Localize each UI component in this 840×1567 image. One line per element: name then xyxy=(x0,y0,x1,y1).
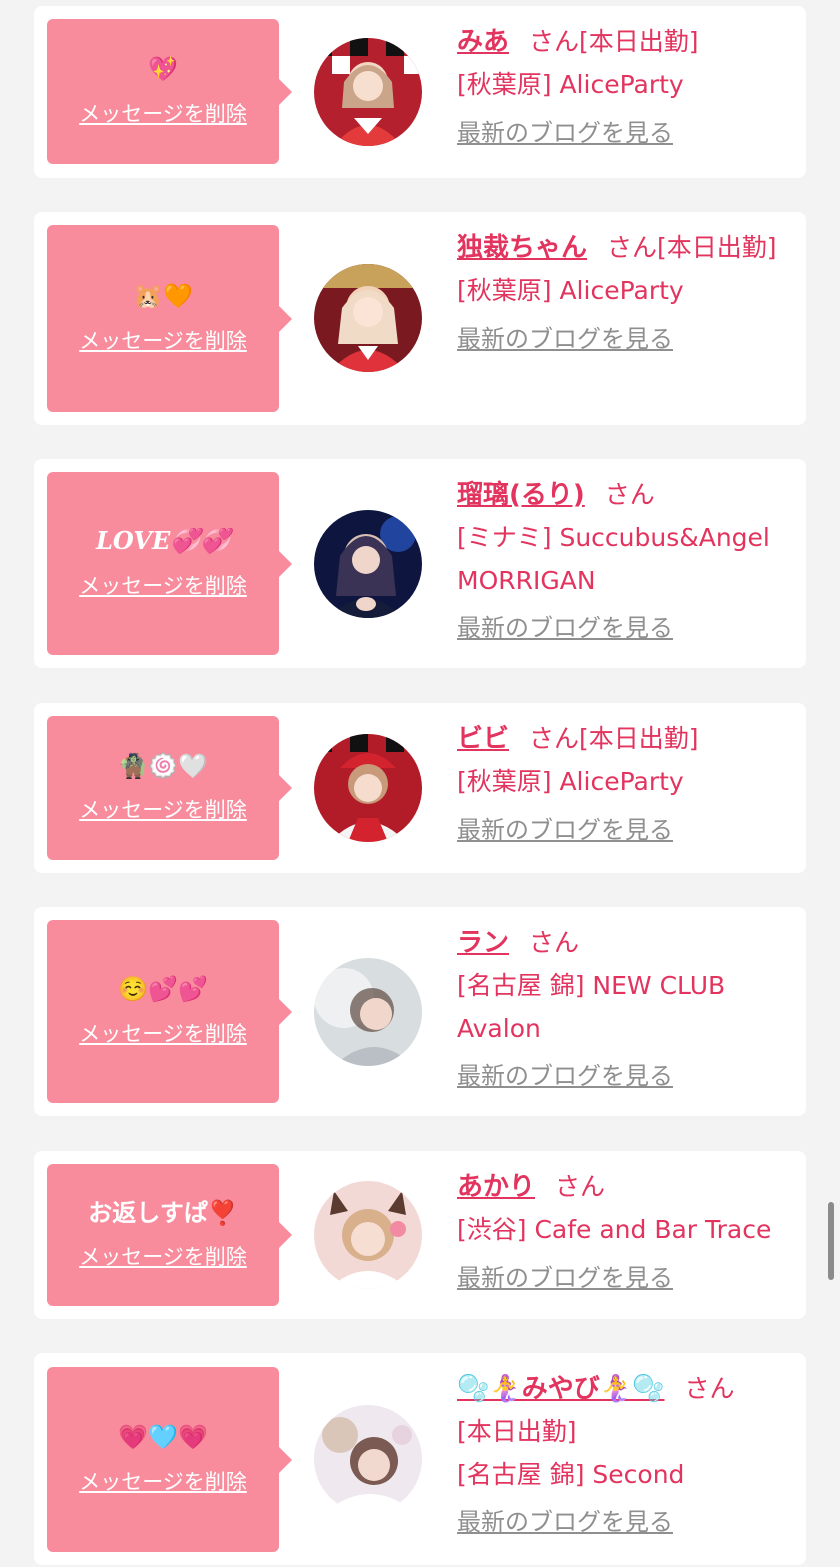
message-text: 💗🩵💗 xyxy=(118,1423,208,1452)
delete-message-link[interactable]: メッセージを削除 xyxy=(79,1466,247,1496)
message-bubble: お返しすぱ❣️ メッセージを削除 xyxy=(47,1164,292,1306)
message-text: ☺️💕💕 xyxy=(118,975,208,1004)
avatar[interactable] xyxy=(314,510,422,618)
list-item: お返しすぱ❣️ メッセージを削除 あかり さん [渋谷] Cafe and Bar… xyxy=(34,1151,806,1319)
message-bubble: 💖 メッセージを削除 xyxy=(47,19,292,164)
girl-name-link[interactable]: 瑠璃(るり) xyxy=(457,480,585,510)
message-text: 🧌🍥🤍 xyxy=(118,751,208,780)
delete-message-link[interactable]: メッセージを削除 xyxy=(79,1241,247,1271)
latest-blog-link[interactable]: 最新のブログを見る xyxy=(457,810,792,851)
avatar[interactable] xyxy=(314,734,422,842)
san-suffix: さん xyxy=(555,1172,606,1201)
delete-message-link[interactable]: メッセージを削除 xyxy=(79,1018,247,1048)
list-item: 💗🩵💗 メッセージを削除 🫧🧜‍♀️みやび🧜‍♀️🫧 さん [本日出勤] [名古屋… xyxy=(34,1353,806,1565)
list-item: ☺️💕💕 メッセージを削除 ラン さん [名古屋 錦] NEW CLUB Aval… xyxy=(34,907,806,1116)
delete-message-link[interactable]: メッセージを削除 xyxy=(79,98,247,128)
latest-blog-link[interactable]: 最新のブログを見る xyxy=(457,319,792,360)
girl-name-link[interactable]: ラン xyxy=(457,928,509,958)
attendance-label: [本日出勤] xyxy=(579,724,699,753)
attendance-label: [本日出勤] xyxy=(579,27,699,56)
san-suffix: さん xyxy=(684,1374,735,1403)
list-item: 🐹🧡 メッセージを削除 独裁ちゃん さん[本日出勤] [秋葉原] AlicePar… xyxy=(34,212,806,425)
san-suffix: さん xyxy=(529,928,580,957)
message-bubble: LOVE💞💞 メッセージを削除 xyxy=(47,472,292,655)
store-label: [秋葉原] AliceParty xyxy=(457,767,684,797)
avatar[interactable] xyxy=(314,1181,422,1289)
girl-info: 独裁ちゃん さん[本日出勤] [秋葉原] AliceParty 最新のブログを見る xyxy=(457,226,792,359)
store-label: [秋葉原] AliceParty xyxy=(457,70,684,100)
message-bubble: ☺️💕💕 メッセージを削除 xyxy=(47,920,292,1103)
message-bubble: 🐹🧡 メッセージを削除 xyxy=(47,225,292,412)
girl-info: ラン さん [名古屋 錦] NEW CLUB Avalon 最新のブログを見る xyxy=(457,921,792,1097)
attendance-label: [本日出勤] xyxy=(657,233,777,262)
girl-name-link[interactable]: あかり xyxy=(457,1172,535,1202)
store-label: [名古屋 錦] Second xyxy=(457,1459,685,1489)
san-suffix: さん xyxy=(529,724,580,753)
avatar[interactable] xyxy=(314,38,422,146)
san-suffix: さん xyxy=(604,480,655,509)
latest-blog-link[interactable]: 最新のブログを見る xyxy=(457,1056,792,1097)
attendance-label: [本日出勤] xyxy=(457,1417,577,1447)
girl-info: ビビ さん[本日出勤] [秋葉原] AliceParty 最新のブログを見る xyxy=(457,717,792,850)
list-item: 🧌🍥🤍 メッセージを削除 ビビ さん[本日出勤] [秋葉原] AliceParty… xyxy=(34,703,806,873)
avatar[interactable] xyxy=(314,264,422,372)
store-label: [秋葉原] AliceParty xyxy=(457,276,684,306)
girl-info: あかり さん [渋谷] Cafe and Bar Trace 最新のブログを見る xyxy=(457,1165,792,1298)
latest-blog-link[interactable]: 最新のブログを見る xyxy=(457,608,792,649)
delete-message-link[interactable]: メッセージを削除 xyxy=(79,570,247,600)
list-item: LOVE💞💞 メッセージを削除 瑠璃(るり) さん [ミナミ] Succubus&… xyxy=(34,459,806,668)
scrollbar[interactable] xyxy=(828,1202,834,1280)
girl-info: 瑠璃(るり) さん [ミナミ] Succubus&Angel MORRIGAN 最… xyxy=(457,473,792,649)
san-suffix: さん xyxy=(607,233,658,262)
girl-name-link[interactable]: ビビ xyxy=(457,724,509,754)
girl-info: 🫧🧜‍♀️みやび🧜‍♀️🫧 さん [本日出勤] [名古屋 錦] Second 最新… xyxy=(457,1367,792,1543)
store-label: [名古屋 錦] NEW CLUB Avalon xyxy=(457,971,726,1043)
latest-blog-link[interactable]: 最新のブログを見る xyxy=(457,1502,792,1543)
message-bubble: 🧌🍥🤍 メッセージを削除 xyxy=(47,716,292,860)
message-text: LOVE💞💞 xyxy=(95,526,231,556)
delete-message-link[interactable]: メッセージを削除 xyxy=(79,325,247,355)
delete-message-link[interactable]: メッセージを削除 xyxy=(79,794,247,824)
avatar[interactable] xyxy=(314,958,422,1066)
store-label: [ミナミ] Succubus&Angel MORRIGAN xyxy=(457,523,770,595)
list-item: 💖 メッセージを削除 みあ さん[本日出勤] [秋葉原] AliceParty 最… xyxy=(34,6,806,178)
message-text: 🐹🧡 xyxy=(133,282,193,311)
latest-blog-link[interactable]: 最新のブログを見る xyxy=(457,1258,792,1299)
girl-info: みあ さん[本日出勤] [秋葉原] AliceParty 最新のブログを見る xyxy=(457,20,792,153)
message-text: 💖 xyxy=(148,55,178,84)
message-text: お返しすぱ❣️ xyxy=(88,1198,238,1227)
girl-name-link[interactable]: 独裁ちゃん xyxy=(457,233,587,263)
store-label: [渋谷] Cafe and Bar Trace xyxy=(457,1215,772,1245)
message-bubble: 💗🩵💗 メッセージを削除 xyxy=(47,1367,292,1552)
latest-blog-link[interactable]: 最新のブログを見る xyxy=(457,113,792,154)
girl-name-link[interactable]: 🫧🧜‍♀️みやび🧜‍♀️🫧 xyxy=(457,1374,665,1404)
san-suffix: さん xyxy=(529,27,580,56)
avatar[interactable] xyxy=(314,1405,422,1513)
girl-name-link[interactable]: みあ xyxy=(457,27,509,57)
